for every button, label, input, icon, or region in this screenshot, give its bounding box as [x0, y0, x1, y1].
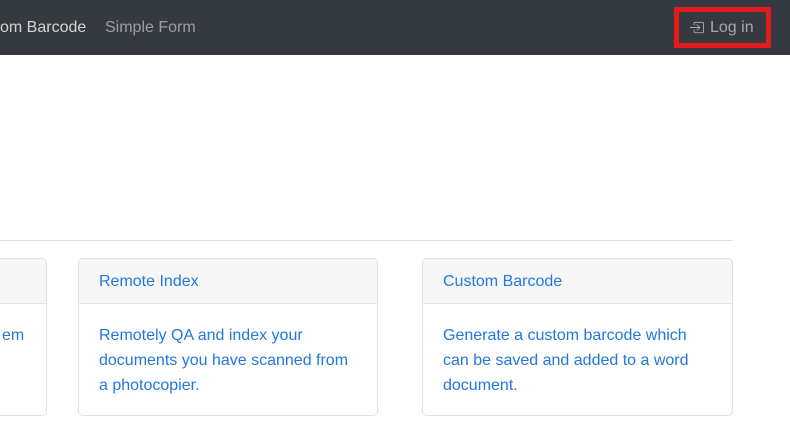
card-custom-barcode-title-link[interactable]: Custom Barcode [443, 269, 562, 294]
card-partial-body-link[interactable]: em [2, 327, 24, 344]
nav-item-simple-form[interactable]: Simple Form [105, 0, 196, 55]
card-remote-index-body-link[interactable]: Remotely QA and index your documents you… [99, 327, 348, 394]
card-remote-index: Remote Index Remotely QA and index your … [78, 258, 378, 416]
card-remote-index-title-link[interactable]: Remote Index [99, 269, 199, 294]
login-label: Log in [710, 19, 754, 37]
card-custom-barcode-body: Generate a custom barcode which can be s… [423, 304, 732, 417]
card-partial-header [0, 259, 46, 304]
card-partial: em [0, 258, 47, 416]
card-remote-index-body: Remotely QA and index your documents you… [79, 304, 377, 417]
card-custom-barcode: Custom Barcode Generate a custom barcode… [422, 258, 733, 416]
card-custom-barcode-body-link[interactable]: Generate a custom barcode which can be s… [443, 327, 689, 394]
login-link[interactable]: Log in [689, 0, 754, 55]
card-remote-index-header: Remote Index [79, 259, 377, 304]
card-custom-barcode-header: Custom Barcode [423, 259, 732, 304]
sign-in-icon [689, 20, 704, 35]
nav-item-custom-barcode[interactable]: om Barcode [0, 0, 86, 55]
horizontal-divider [0, 240, 733, 241]
card-partial-body: em [0, 304, 46, 367]
navbar: om Barcode Simple Form Log in [0, 0, 790, 55]
